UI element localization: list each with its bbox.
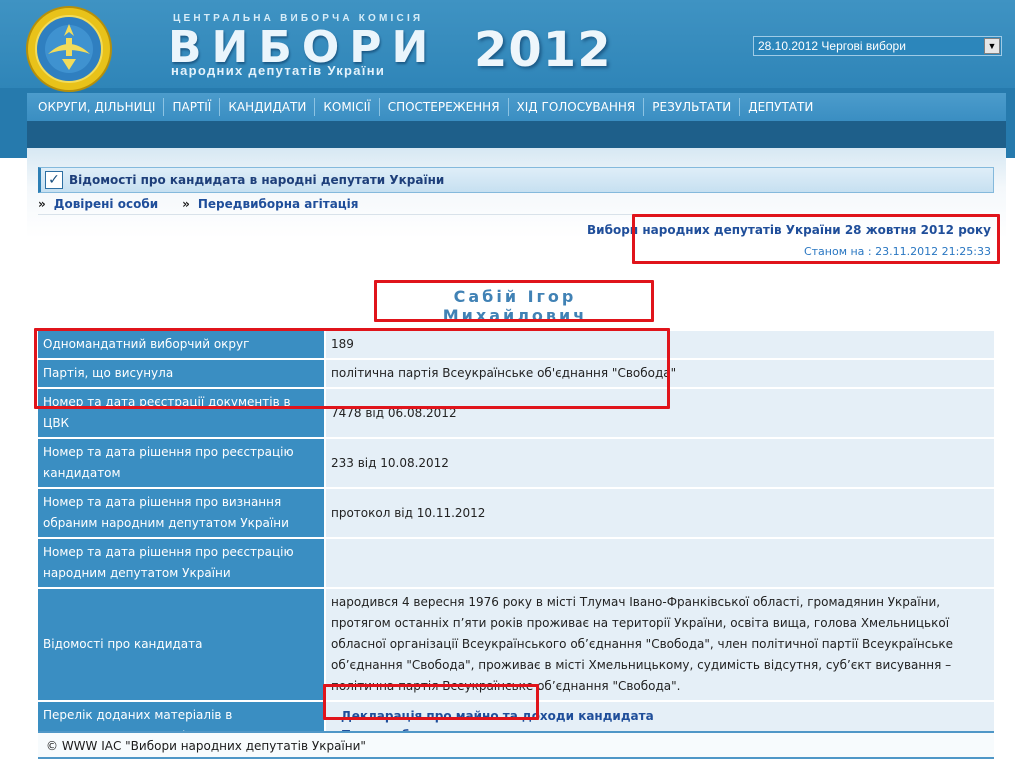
year-title: 2012 [474,22,612,78]
raquo-icon: » [38,197,46,211]
footer: © WWW ІАС "Вибори народних депутатів Укр… [38,731,994,759]
row-value: 7478 від 06.08.2012 [325,388,994,439]
candidate-name: Сабій Ігор Михайлович [442,287,588,325]
divider [38,214,994,215]
subnav-item-campaigning[interactable]: » Передвиборна агітація [182,197,358,213]
section-title: Відомості про кандидата в народні депута… [69,173,445,187]
row-label: Номер та дата рішення про реєстрацію нар… [38,538,326,589]
table-row: Партія, що висунула політична партія Все… [38,359,994,389]
table-row: Номер та дата реєстрації документів в ЦВ… [38,388,994,439]
table-row: Одномандатний виборчий округ 189 [38,331,994,360]
table-row: Номер та дата рішення про реєстрацію нар… [38,538,994,589]
election-select-value: 28.10.2012 Чергові вибори [758,39,906,53]
row-value: політична партія Всеукраїнське об'єднанн… [325,359,994,389]
row-value: народився 4 вересня 1976 року в місті Тл… [325,588,994,702]
nav-item-districts[interactable]: ОКРУГИ, ДІЛЬНИЦІ [30,98,165,116]
row-value: 189 [325,331,994,360]
candidate-info-table: Одномандатний виборчий округ 189 Партія,… [38,331,994,752]
table-row: Номер та дата рішення про реєстрацію кан… [38,438,994,489]
row-label: Відомості про кандидата [38,588,326,702]
row-label: Партія, що висунула [38,359,326,389]
sub-navigation: » Довірені особи » Передвиборна агітація [38,197,383,213]
nav-item-deputies[interactable]: ДЕПУТАТИ [740,98,821,116]
election-info: Вибори народних депутатів України 28 жов… [587,223,991,258]
chevron-down-icon[interactable]: ▼ [984,38,1000,54]
main-nav: ОКРУГИ, ДІЛЬНИЦІ ПАРТІЇ КАНДИДАТИ КОМІСІ… [27,93,1006,121]
nav-item-results[interactable]: РЕЗУЛЬТАТИ [644,98,741,116]
subnav-label: Передвиборна агітація [197,197,359,211]
checkbox-icon: ✓ [45,171,63,189]
row-label: Номер та дата рішення про реєстрацію кан… [38,438,326,489]
nav-item-commissions[interactable]: КОМІСІЇ [315,98,380,116]
row-label: Номер та дата рішення про визнання обран… [38,488,326,539]
table-row: Відомості про кандидата народився 4 вере… [38,588,994,702]
status-timestamp: Станом на : 23.11.2012 21:25:33 [803,245,991,258]
site-subtitle: народних депутатів України [171,63,386,78]
row-value: 233 від 10.08.2012 [325,438,994,489]
nav-item-parties[interactable]: ПАРТІЇ [164,98,221,116]
raquo-icon: » [182,197,190,211]
row-value [325,538,994,589]
declaration-link[interactable]: Декларація про майно та доходи кандидата [341,707,989,726]
election-name: Вибори народних депутатів України 28 жов… [587,223,991,237]
section-header: ✓ Відомості про кандидата в народні депу… [38,167,994,193]
row-label: Одномандатний виборчий округ [38,331,326,360]
election-select[interactable]: 28.10.2012 Чергові вибори ▼ [753,36,1002,56]
cvk-emblem-icon[interactable] [24,4,114,94]
nav-item-candidates[interactable]: КАНДИДАТИ [220,98,316,116]
footer-text: © WWW ІАС "Вибори народних депутатів Укр… [46,739,366,753]
table-row: Номер та дата рішення про визнання обран… [38,488,994,539]
subnav-item-proxies[interactable]: » Довірені особи [38,197,158,213]
row-value: протокол від 10.11.2012 [325,488,994,539]
nav-item-voting-progress[interactable]: ХІД ГОЛОСУВАННЯ [509,98,645,116]
row-label: Номер та дата реєстрації документів в ЦВ… [38,388,326,439]
nav-item-observation[interactable]: СПОСТЕРЕЖЕННЯ [380,98,509,116]
subnav-label: Довірені особи [53,197,159,211]
